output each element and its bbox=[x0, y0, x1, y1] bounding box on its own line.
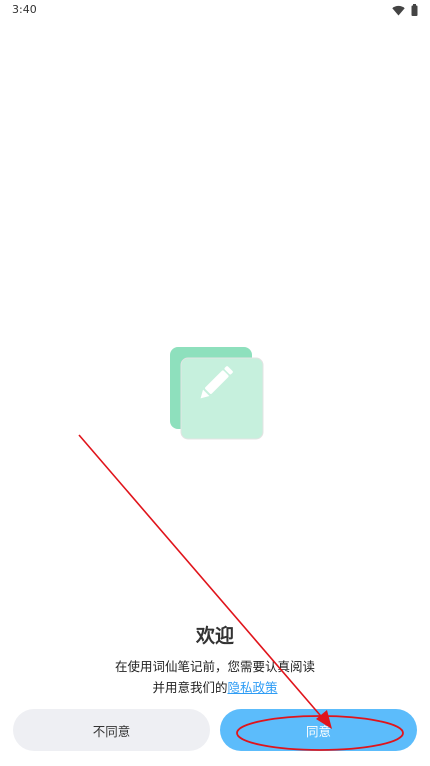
disagree-button-label: 不同意 bbox=[92, 723, 131, 739]
status-icons bbox=[392, 3, 418, 16]
privacy-policy-link[interactable]: 隐私政策 bbox=[228, 680, 278, 695]
wifi-icon bbox=[392, 1, 405, 20]
welcome-description-line1: 在使用词仙笔记前，您需要认真阅读 bbox=[114, 659, 315, 674]
welcome-description-prefix: 并用意我们的 bbox=[152, 680, 228, 695]
welcome-description-line2: 并用意我们的隐私政策 bbox=[0, 677, 430, 696]
pencil-note-icon bbox=[170, 347, 264, 440]
status-bar: 3:40 bbox=[0, 0, 430, 22]
welcome-title: 欢迎 bbox=[195, 625, 234, 647]
app-logo bbox=[170, 347, 265, 442]
status-time: 3:40 bbox=[12, 3, 37, 16]
battery-icon bbox=[411, 1, 418, 20]
agree-button-label: 同意 bbox=[305, 723, 331, 739]
disagree-button[interactable]: 不同意 bbox=[13, 709, 210, 751]
agree-button[interactable]: 同意 bbox=[220, 709, 417, 751]
